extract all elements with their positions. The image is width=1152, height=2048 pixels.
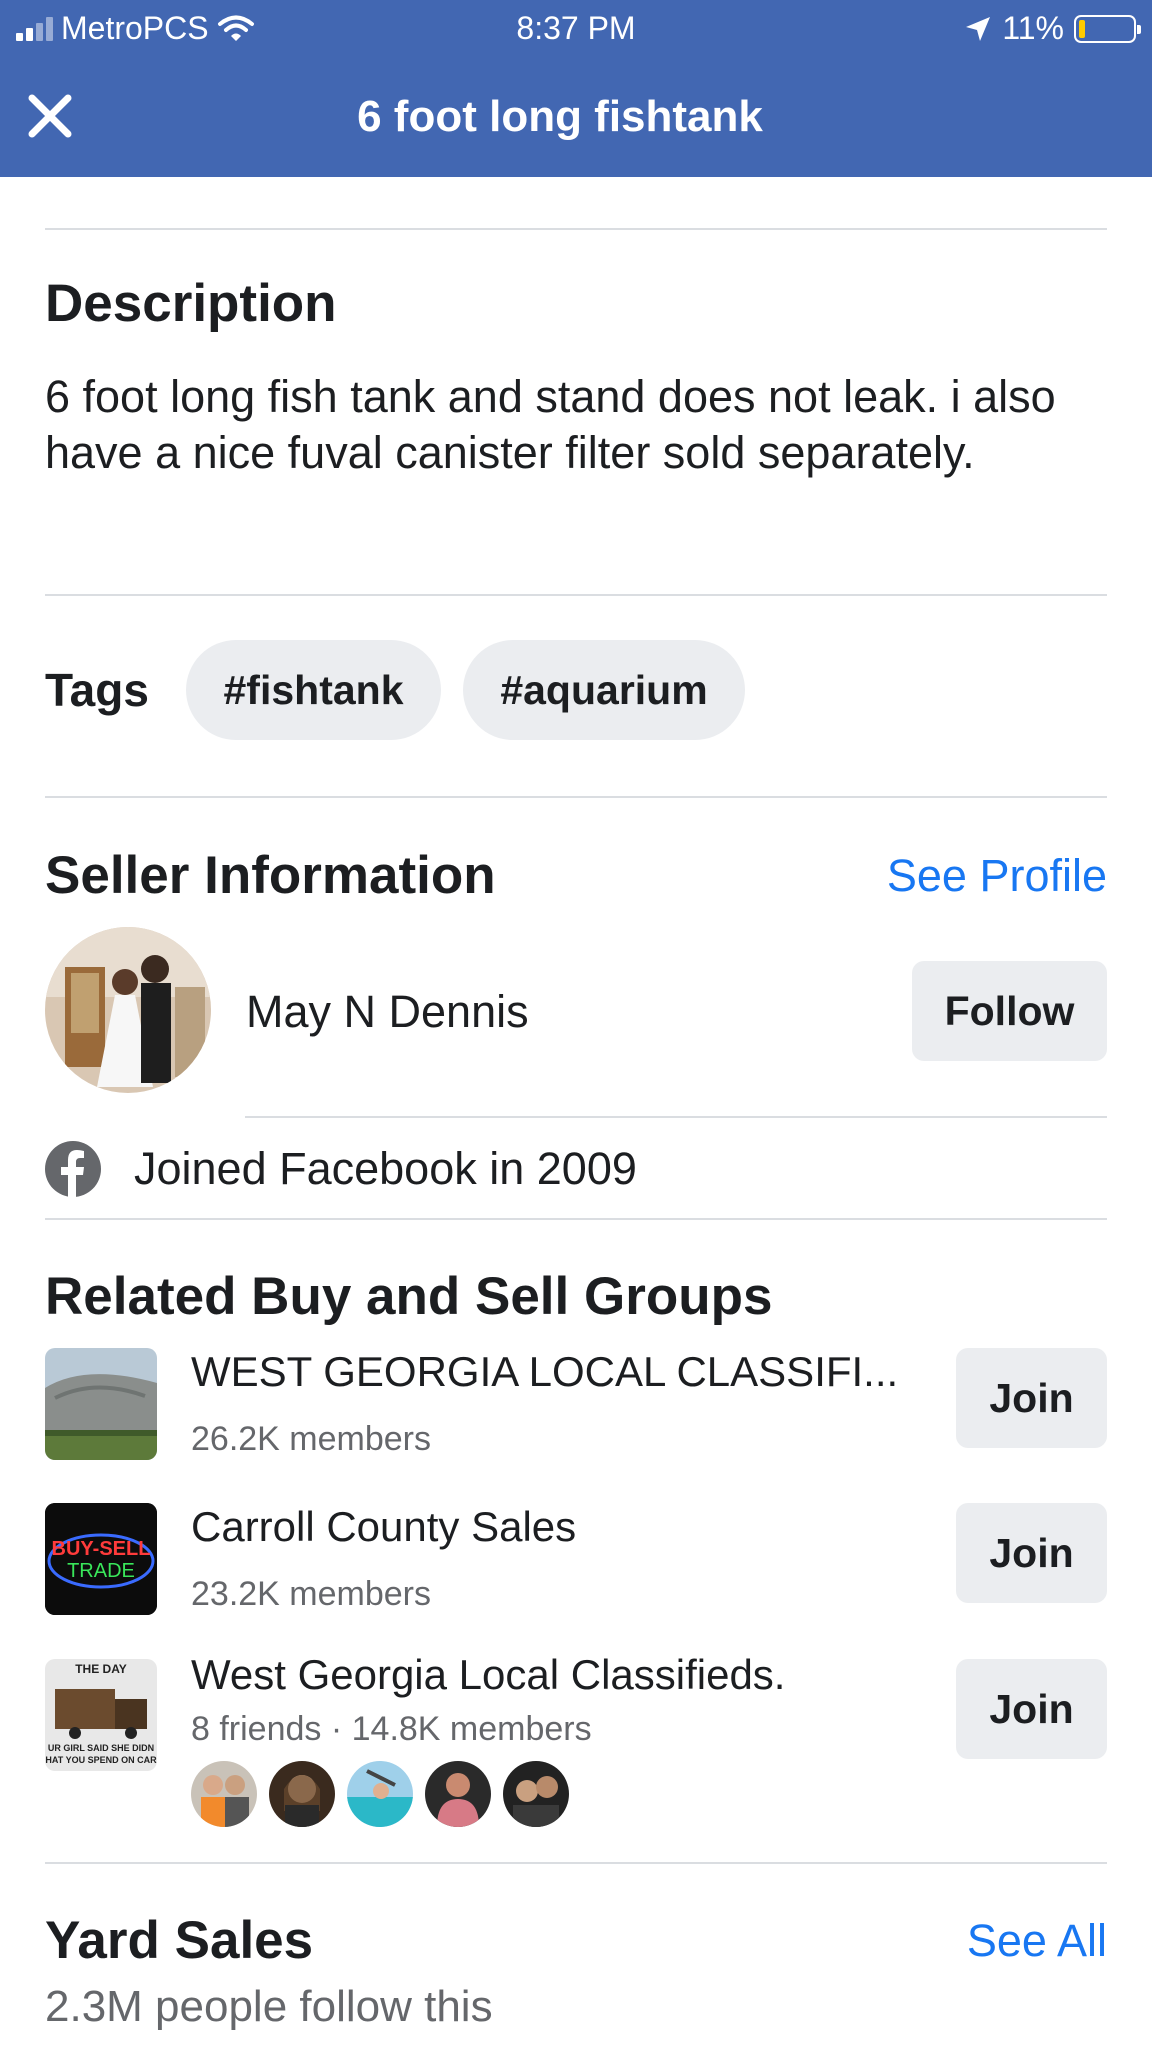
see-all-link[interactable]: See All [967, 1915, 1107, 1967]
group-title[interactable]: West Georgia Local Classifieds. [191, 1651, 785, 1699]
page-title: 6 foot long fishtank [357, 92, 763, 141]
battery-percent: 11% [1002, 10, 1064, 46]
group-members: 23.2K members [191, 1575, 431, 1613]
divider-tags [45, 796, 1107, 798]
friend-avatar [267, 1759, 337, 1829]
group-thumbnail[interactable] [45, 1348, 157, 1460]
divider-groups [45, 1862, 1107, 1864]
seller-heading: Seller Information [45, 846, 496, 905]
friend-avatar [501, 1759, 571, 1829]
group-thumbnail[interactable]: BUY-SELL TRADE [45, 1503, 157, 1615]
thumb-text: UR GIRL SAID SHE DIDN [48, 1743, 154, 1753]
group-thumbnail[interactable]: THE DAY UR GIRL SAID SHE DIDN HAT YOU SP… [45, 1659, 157, 1771]
location-arrow-icon [966, 16, 991, 41]
status-bar: MetroPCS 8:37 PM 11% [0, 0, 1152, 58]
see-profile-link[interactable]: See Profile [887, 850, 1107, 902]
seller-name[interactable]: May N Dennis [246, 986, 529, 1038]
join-button[interactable]: Join [956, 1348, 1107, 1448]
divider-seller-inner [245, 1116, 1107, 1118]
friend-avatar [189, 1759, 259, 1829]
tags-label: Tags [45, 664, 149, 716]
joined-text: Joined Facebook in 2009 [134, 1143, 637, 1194]
group-title[interactable]: Carroll County Sales [191, 1503, 576, 1551]
friend-avatar [423, 1759, 493, 1829]
battery-icon [1074, 14, 1141, 43]
nav-row: 6 foot long fishtank [0, 58, 1152, 177]
divider-top [45, 228, 1107, 230]
yard-sales-title[interactable]: Yard Sales [45, 1910, 313, 1971]
thumb-text: BUY-SELL [52, 1538, 151, 1560]
tag-fishtank[interactable]: #fishtank [186, 640, 441, 740]
thumb-text: HAT YOU SPEND ON CAR [45, 1755, 157, 1765]
description-text: 6 foot long fish tank and stand does not… [45, 371, 1056, 478]
divider-description [45, 594, 1107, 596]
group-members: 26.2K members [191, 1420, 431, 1458]
join-button[interactable]: Join [956, 1503, 1107, 1603]
group-members: 8 friends · 14.8K members [191, 1710, 592, 1748]
join-button[interactable]: Join [956, 1659, 1107, 1759]
thumb-text: THE DAY [75, 1662, 127, 1676]
thumb-text: TRADE [67, 1560, 135, 1582]
seller-avatar[interactable] [45, 927, 211, 1093]
follow-button[interactable]: Follow [912, 961, 1107, 1061]
yard-sales-followers: 2.3M people follow this [45, 1982, 493, 2031]
friend-avatar [345, 1759, 415, 1829]
facebook-icon [45, 1141, 101, 1197]
related-groups-heading: Related Buy and Sell Groups [45, 1267, 773, 1326]
top-bar: MetroPCS 8:37 PM 11% 6 foot long fishtan… [0, 0, 1152, 177]
status-right: 11% [964, 10, 1141, 47]
description-heading: Description [45, 274, 337, 333]
group-title[interactable]: WEST GEORGIA LOCAL CLASSIFI... [191, 1348, 898, 1396]
divider-seller [45, 1218, 1107, 1220]
tag-aquarium[interactable]: #aquarium [463, 640, 745, 740]
